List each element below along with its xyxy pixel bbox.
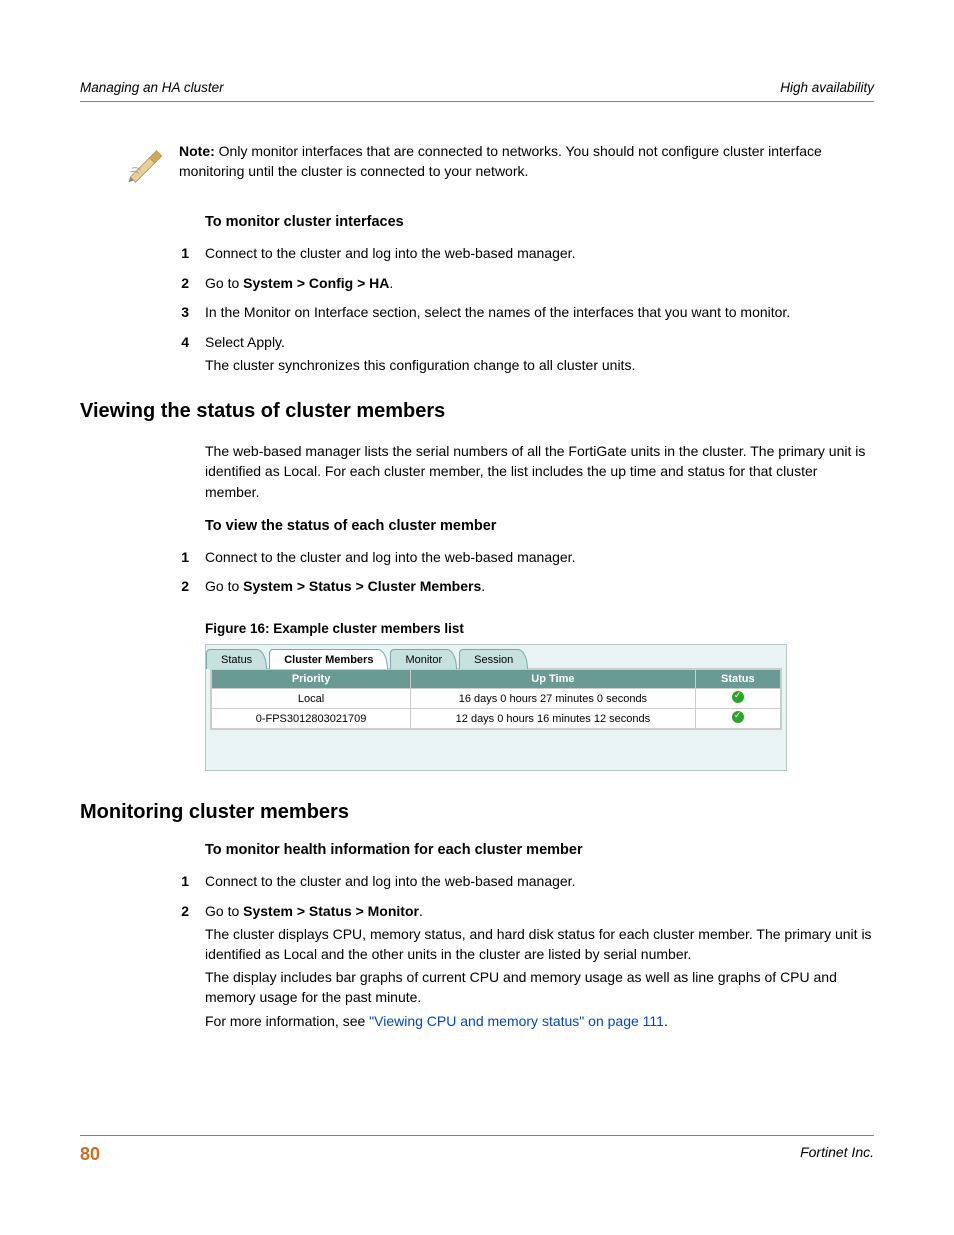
tab-strip: Status Cluster Members Monitor Session [206, 645, 786, 669]
col-priority: Priority [212, 670, 411, 689]
tab-session[interactable]: Session [459, 649, 528, 669]
text-fragment: Go to [205, 903, 243, 919]
step-number: 1 [167, 872, 205, 892]
cell-status [695, 689, 780, 709]
running-head-right: High availability [780, 80, 874, 95]
running-head: Managing an HA cluster High availability [80, 80, 874, 102]
step-number: 2 [167, 902, 205, 1032]
step-text: Go to System > Config > HA. [205, 274, 874, 294]
text-fragment: For more information, see [205, 1013, 369, 1029]
section-heading-monitoring: Monitoring cluster members [80, 801, 874, 824]
tab-status[interactable]: Status [206, 649, 267, 669]
footer-company: Fortinet Inc. [800, 1144, 874, 1165]
step-text: Connect to the cluster and log into the … [205, 244, 874, 264]
note-icon [125, 142, 167, 184]
step-text: Connect to the cluster and log into the … [205, 872, 874, 892]
note-block: Note: Only monitor interfaces that are c… [125, 142, 874, 184]
col-status: Status [695, 670, 780, 689]
list-item: 4 Select Apply. The cluster synchronizes… [205, 333, 874, 376]
text-fragment: . [664, 1013, 668, 1029]
step-para: The cluster displays CPU, memory status,… [205, 925, 874, 964]
cell-uptime: 12 days 0 hours 16 minutes 12 seconds [411, 709, 696, 729]
figure-cluster-members: Status Cluster Members Monitor Session P… [205, 644, 787, 771]
section-body: To monitor health information for each c… [205, 842, 874, 1031]
step-text: Select Apply. The cluster synchronizes t… [205, 333, 874, 376]
cell-priority: Local [212, 689, 411, 709]
cross-reference-link[interactable]: "Viewing CPU and memory status" on page … [369, 1013, 664, 1029]
step-number: 3 [167, 303, 205, 323]
step-text: Go to System > Status > Cluster Members. [205, 577, 874, 597]
list-item: 2 Go to System > Config > HA. [205, 274, 874, 294]
table-row: Local 16 days 0 hours 27 minutes 0 secon… [212, 689, 781, 709]
menu-path: System > Status > Cluster Members [243, 578, 481, 594]
running-head-left: Managing an HA cluster [80, 80, 224, 95]
tab-cluster-members[interactable]: Cluster Members [269, 649, 388, 669]
page-number: 80 [80, 1144, 100, 1165]
table-header-row: Priority Up Time Status [212, 670, 781, 689]
menu-path: System > Status > Monitor [243, 903, 419, 919]
note-text: Note: Only monitor interfaces that are c… [179, 142, 874, 181]
text-fragment: . [481, 578, 485, 594]
step-number: 1 [167, 548, 205, 568]
text-fragment: Select Apply. [205, 334, 285, 350]
proc-title: To view the status of each cluster membe… [205, 518, 874, 534]
section-body: The web-based manager lists the serial n… [205, 441, 874, 771]
proc-title: To monitor health information for each c… [205, 842, 874, 858]
page-footer: 80 Fortinet Inc. [80, 1135, 874, 1165]
figure-caption: Figure 16: Example cluster members list [205, 621, 874, 636]
menu-path: System > Config > HA [243, 275, 389, 291]
status-ok-icon [732, 691, 744, 703]
step-subtext: The cluster synchronizes this configurat… [205, 356, 874, 376]
proc-title: To monitor cluster interfaces [205, 214, 874, 230]
section-heading-viewing: Viewing the status of cluster members [80, 400, 874, 423]
text-fragment: Go to [205, 275, 243, 291]
tab-body: Priority Up Time Status Local 16 days 0 … [210, 668, 782, 730]
cell-status [695, 709, 780, 729]
cell-priority: 0-FPS3012803021709 [212, 709, 411, 729]
proc-list: 1 Connect to the cluster and log into th… [205, 872, 874, 1031]
page: Managing an HA cluster High availability… [0, 0, 954, 1235]
step-number: 2 [167, 577, 205, 597]
step-text: Connect to the cluster and log into the … [205, 548, 874, 568]
intro-paragraph: The web-based manager lists the serial n… [205, 441, 874, 502]
table-row: 0-FPS3012803021709 12 days 0 hours 16 mi… [212, 709, 781, 729]
list-item: 1 Connect to the cluster and log into th… [205, 872, 874, 892]
step-text: In the Monitor on Interface section, sel… [205, 303, 874, 323]
step-number: 2 [167, 274, 205, 294]
list-item: 3 In the Monitor on Interface section, s… [205, 303, 874, 323]
proc-list: 1 Connect to the cluster and log into th… [205, 548, 874, 597]
list-item: 1 Connect to the cluster and log into th… [205, 244, 874, 264]
step-number: 1 [167, 244, 205, 264]
text-fragment: . [419, 903, 423, 919]
text-fragment: Go to [205, 578, 243, 594]
step-number: 4 [167, 333, 205, 376]
proc-list: 1 Connect to the cluster and log into th… [205, 244, 874, 376]
col-uptime: Up Time [411, 670, 696, 689]
list-item: 2 Go to System > Status > Monitor. The c… [205, 902, 874, 1032]
note-label: Note: [179, 143, 215, 159]
note-body: Only monitor interfaces that are connect… [179, 143, 822, 179]
status-ok-icon [732, 711, 744, 723]
step-text: Go to System > Status > Monitor. The clu… [205, 902, 874, 1032]
text-fragment: . [389, 275, 393, 291]
proc-monitor-interfaces: To monitor cluster interfaces 1 Connect … [205, 214, 874, 376]
step-para: For more information, see "Viewing CPU a… [205, 1012, 874, 1032]
list-item: 2 Go to System > Status > Cluster Member… [205, 577, 874, 597]
list-item: 1 Connect to the cluster and log into th… [205, 548, 874, 568]
step-para: The display includes bar graphs of curre… [205, 968, 874, 1007]
cluster-members-table: Priority Up Time Status Local 16 days 0 … [211, 669, 781, 729]
cell-uptime: 16 days 0 hours 27 minutes 0 seconds [411, 689, 696, 709]
tab-monitor[interactable]: Monitor [390, 649, 457, 669]
